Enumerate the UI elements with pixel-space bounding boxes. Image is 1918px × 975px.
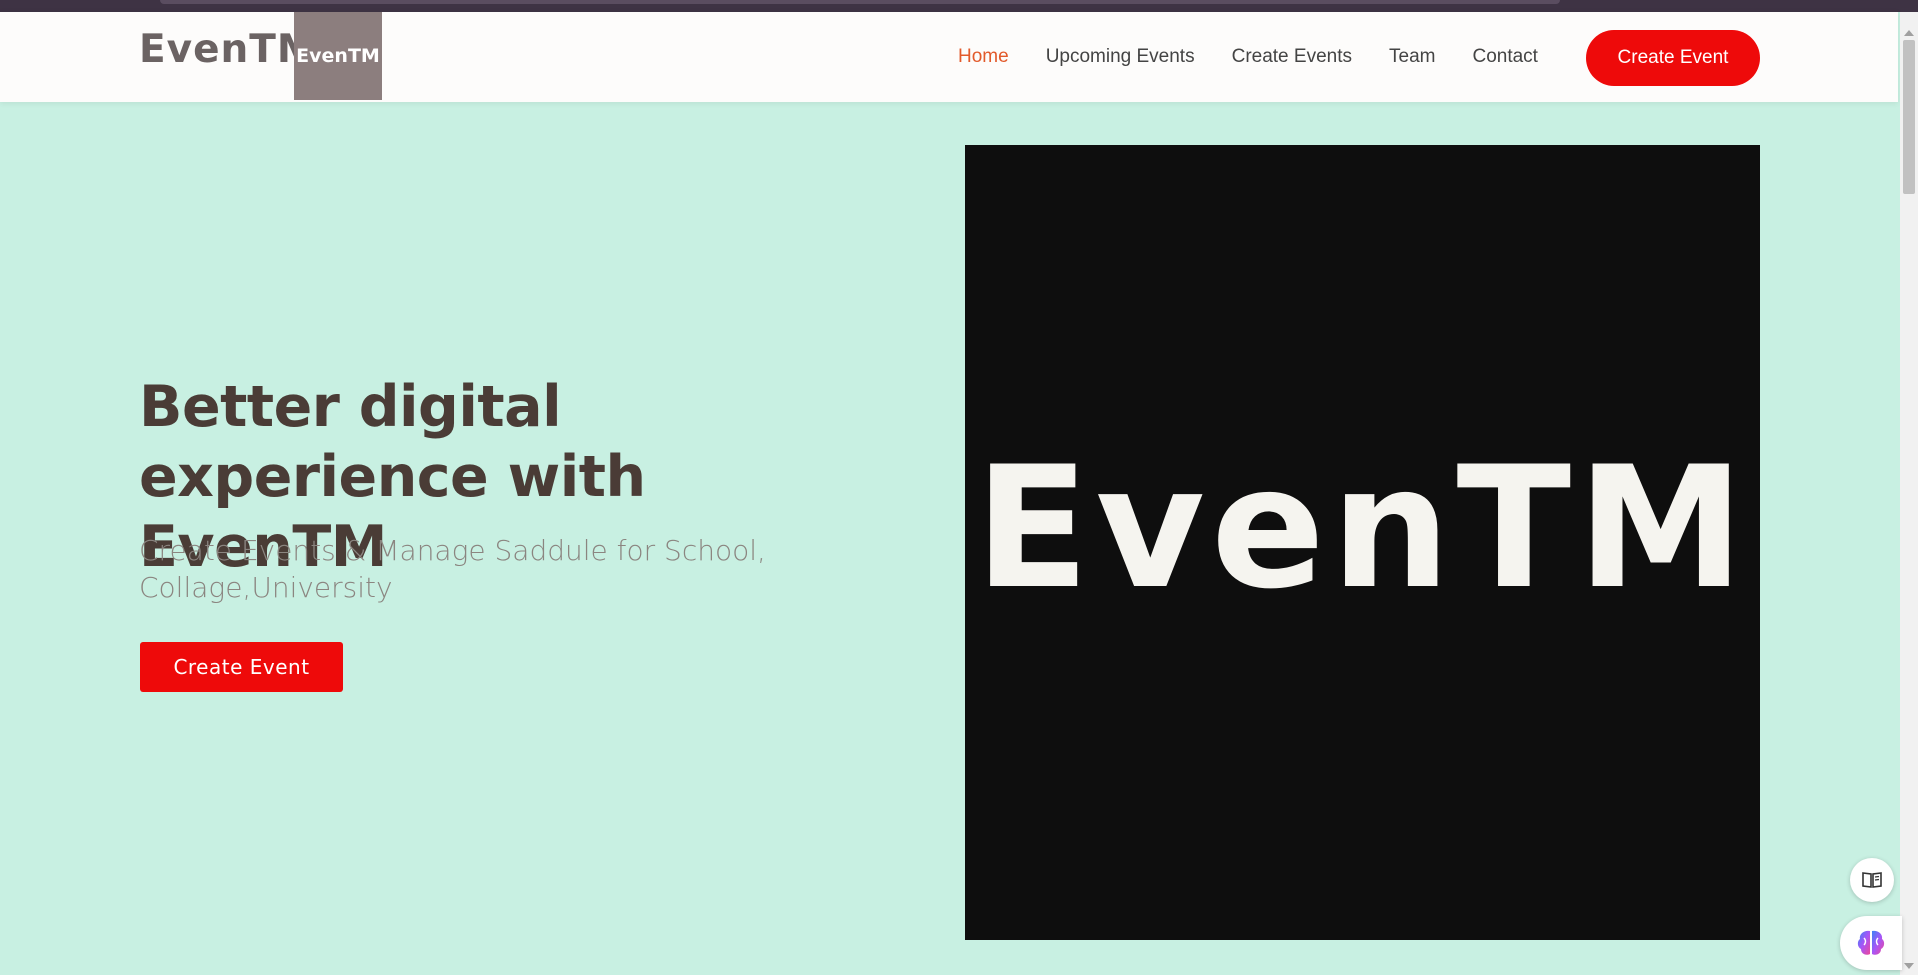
browser-tab-line [160, 0, 1560, 4]
brain-icon [1857, 930, 1885, 955]
hero-image-text: EvenTM [974, 429, 1751, 626]
hero-subtitle: Create Events & Manage Saddule for Schoo… [139, 534, 766, 604]
reader-mode-button[interactable] [1850, 858, 1894, 902]
main-nav: Home Upcoming Events Create Events Team … [958, 46, 1575, 68]
scroll-thumb[interactable] [1903, 40, 1915, 194]
browser-top-strip [0, 0, 1918, 12]
hero-logo-image: EvenTM [965, 145, 1760, 940]
nav-link-upcoming-events[interactable]: Upcoming Events [1046, 46, 1195, 68]
site-navbar: EvenTM EvenTM Home Upcoming Events Creat… [0, 12, 1898, 102]
brand-name[interactable]: EvenTM [139, 27, 317, 72]
brand-logo[interactable]: EvenTM [294, 12, 382, 100]
scroll-down-arrow-icon[interactable] [1904, 963, 1914, 969]
scroll-up-arrow-icon[interactable] [1904, 30, 1914, 36]
page-scrollbar[interactable] [1900, 12, 1918, 975]
nav-link-team[interactable]: Team [1389, 46, 1435, 68]
hero-create-event-button[interactable]: Create Event [140, 642, 343, 692]
book-open-icon [1862, 872, 1882, 888]
nav-link-contact[interactable]: Contact [1472, 46, 1537, 68]
nav-create-event-button[interactable]: Create Event [1586, 30, 1760, 86]
assistant-button[interactable] [1840, 916, 1902, 970]
nav-link-create-events[interactable]: Create Events [1232, 46, 1352, 68]
brand-logo-text: EvenTM [296, 45, 380, 67]
nav-link-home[interactable]: Home [958, 46, 1009, 68]
